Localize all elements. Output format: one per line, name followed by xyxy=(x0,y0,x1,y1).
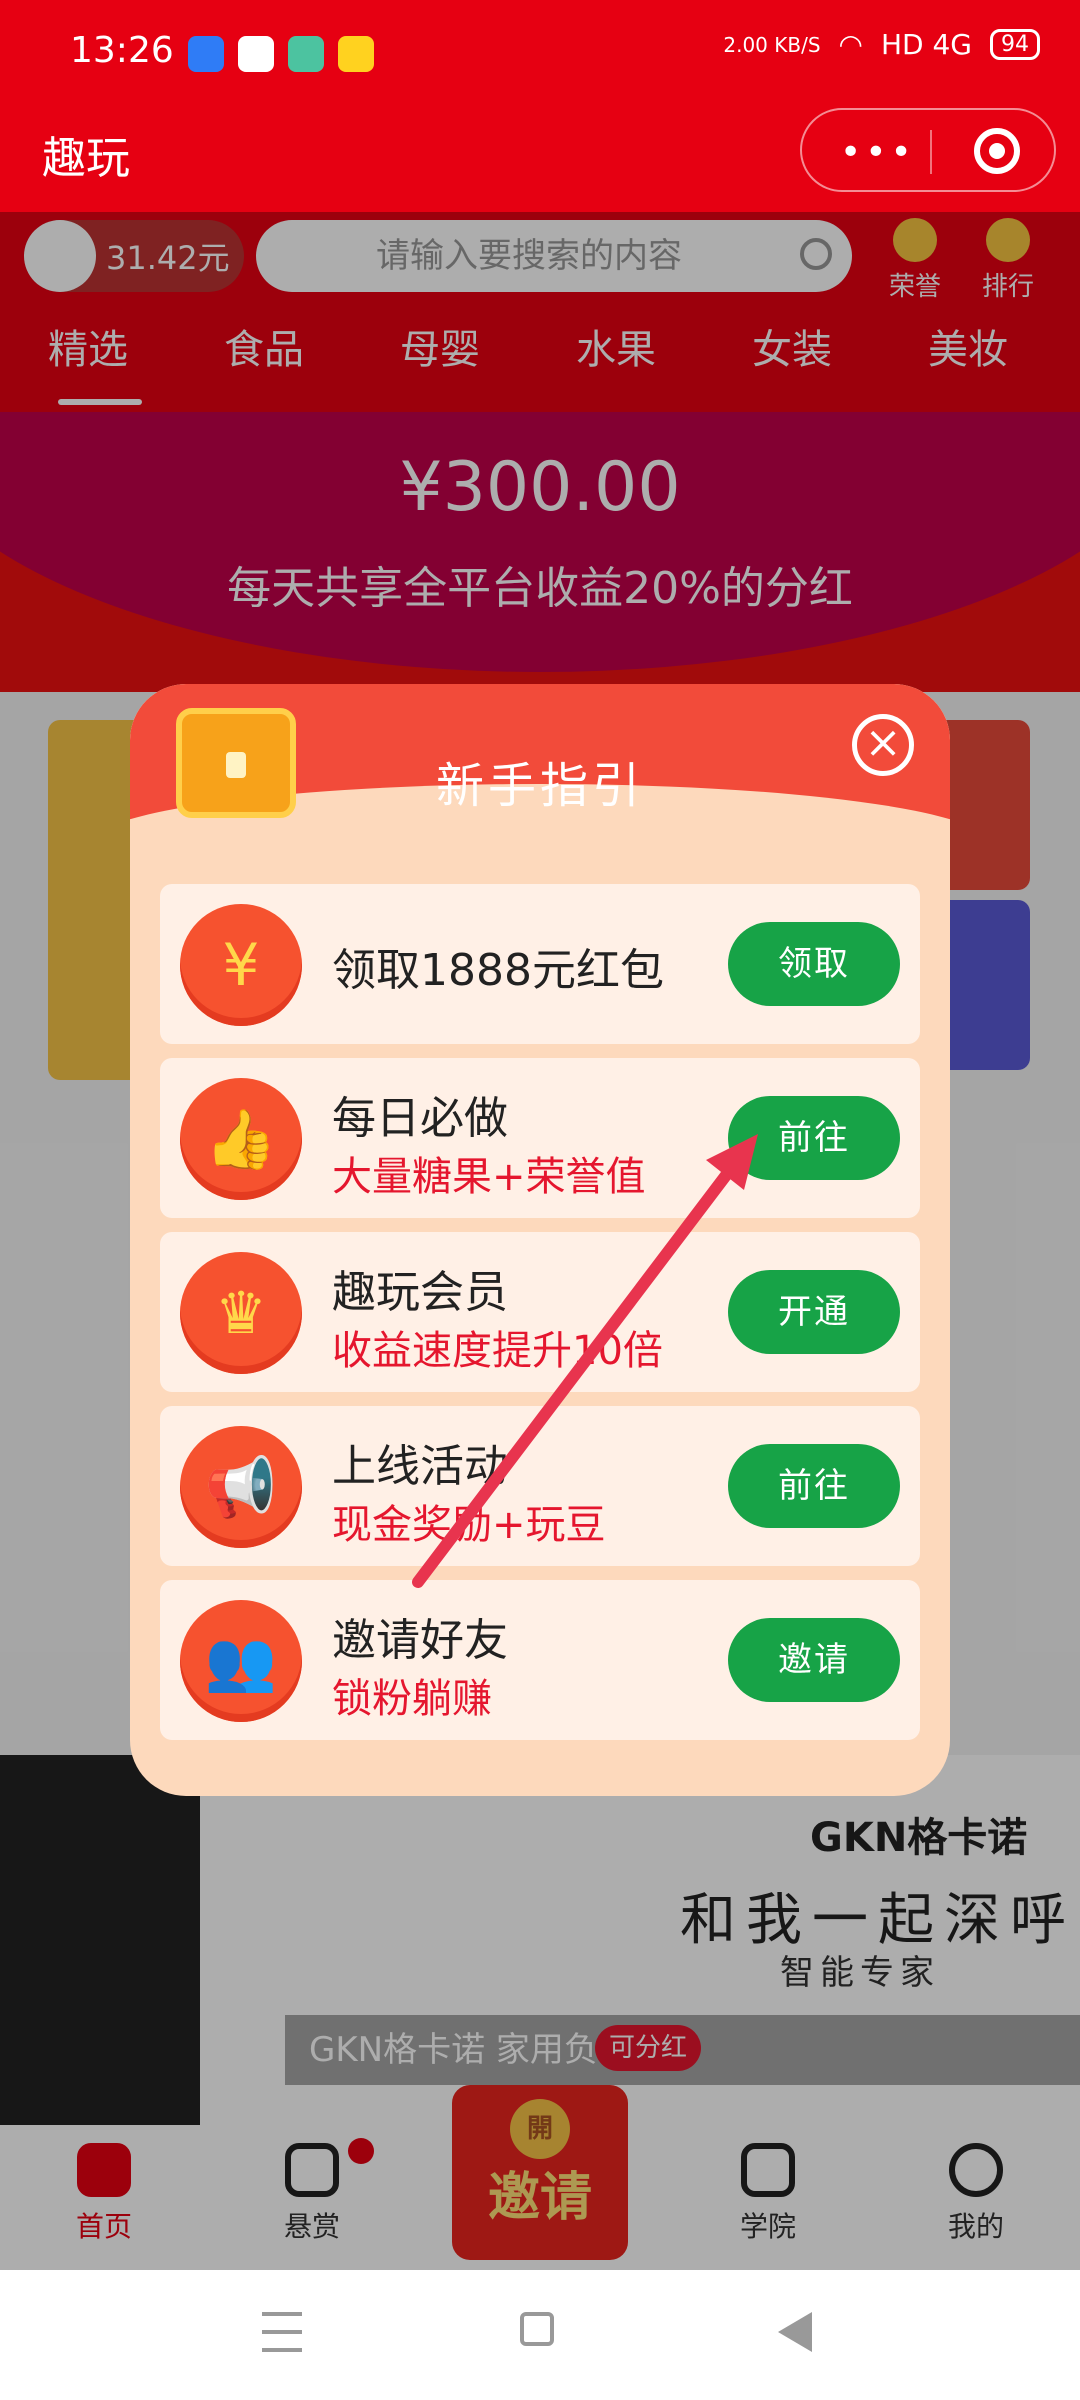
task-title: 领取1888元红包 xyxy=(332,945,664,996)
network-speed: 2.00 KB/S xyxy=(723,32,821,57)
page-title: 趣玩 xyxy=(42,133,130,184)
miniprogram-capsule: ••• xyxy=(800,108,1056,192)
app-notification-icon xyxy=(238,36,274,72)
modal-title: 新手指引 xyxy=(435,758,644,814)
invite-button[interactable]: 邀请 xyxy=(728,1618,900,1702)
network-type: HD 4G xyxy=(880,28,972,61)
task-item: 📢 上线活动 现金奖励+玩豆 前往 xyxy=(160,1406,920,1566)
go-button[interactable]: 前往 xyxy=(728,1444,900,1528)
task-item: 👍 每日必做 大量糖果+荣誉值 前往 xyxy=(160,1058,920,1218)
more-menu-icon[interactable]: ••• xyxy=(840,132,916,173)
close-miniprogram-icon[interactable] xyxy=(974,128,1020,174)
task-subtitle: 收益速度提升10倍 xyxy=(332,1328,663,1374)
status-bar: 13:26 2.00 KB/S ◠ HD 4G 94 xyxy=(0,0,1080,100)
system-navigation xyxy=(0,2270,1080,2400)
activate-button[interactable]: 开通 xyxy=(728,1270,900,1354)
app-notification-icon xyxy=(188,36,224,72)
friends-icon: 👥 xyxy=(180,1600,302,1722)
crown-icon: ♛ xyxy=(180,1252,302,1374)
task-title: 邀请好友 xyxy=(332,1615,508,1666)
status-app-icons xyxy=(188,36,374,72)
app-header: 趣玩 ••• xyxy=(0,100,1080,212)
task-item: ♛ 趣玩会员 收益速度提升10倍 开通 xyxy=(160,1232,920,1392)
wifi-icon: ◠ xyxy=(838,28,863,61)
status-indicators: 2.00 KB/S ◠ HD 4G 94 xyxy=(723,28,1040,61)
task-title: 上线活动 xyxy=(332,1441,508,1492)
red-packet-icon: ¥ xyxy=(180,904,302,1026)
status-time: 13:26 xyxy=(70,30,174,71)
task-subtitle: 锁粉躺赚 xyxy=(332,1676,492,1722)
home-nav-icon[interactable] xyxy=(520,2312,554,2346)
capsule-divider xyxy=(930,130,932,174)
thumbs-up-icon: 👍 xyxy=(180,1078,302,1200)
close-icon[interactable]: × xyxy=(852,714,914,776)
task-title: 趣玩会员 xyxy=(332,1267,508,1318)
task-item: ¥ 领取1888元红包 领取 xyxy=(160,884,920,1044)
newbie-guide-modal: 新手指引 × ¥ 领取1888元红包 领取 👍 每日必做 大量糖果+荣誉值 前往… xyxy=(130,684,950,1796)
app-notification-icon xyxy=(288,36,324,72)
task-title: 每日必做 xyxy=(332,1093,508,1144)
megaphone-icon: 📢 xyxy=(180,1426,302,1548)
recent-apps-icon[interactable] xyxy=(262,2312,302,2352)
go-button[interactable]: 前往 xyxy=(728,1096,900,1180)
app-notification-icon xyxy=(338,36,374,72)
battery-indicator: 94 xyxy=(990,29,1040,60)
task-item: 👥 邀请好友 锁粉躺赚 邀请 xyxy=(160,1580,920,1740)
back-icon[interactable] xyxy=(778,2312,812,2352)
claim-button[interactable]: 领取 xyxy=(728,922,900,1006)
task-subtitle: 现金奖励+玩豆 xyxy=(332,1502,606,1548)
task-subtitle: 大量糖果+荣誉值 xyxy=(332,1154,646,1200)
